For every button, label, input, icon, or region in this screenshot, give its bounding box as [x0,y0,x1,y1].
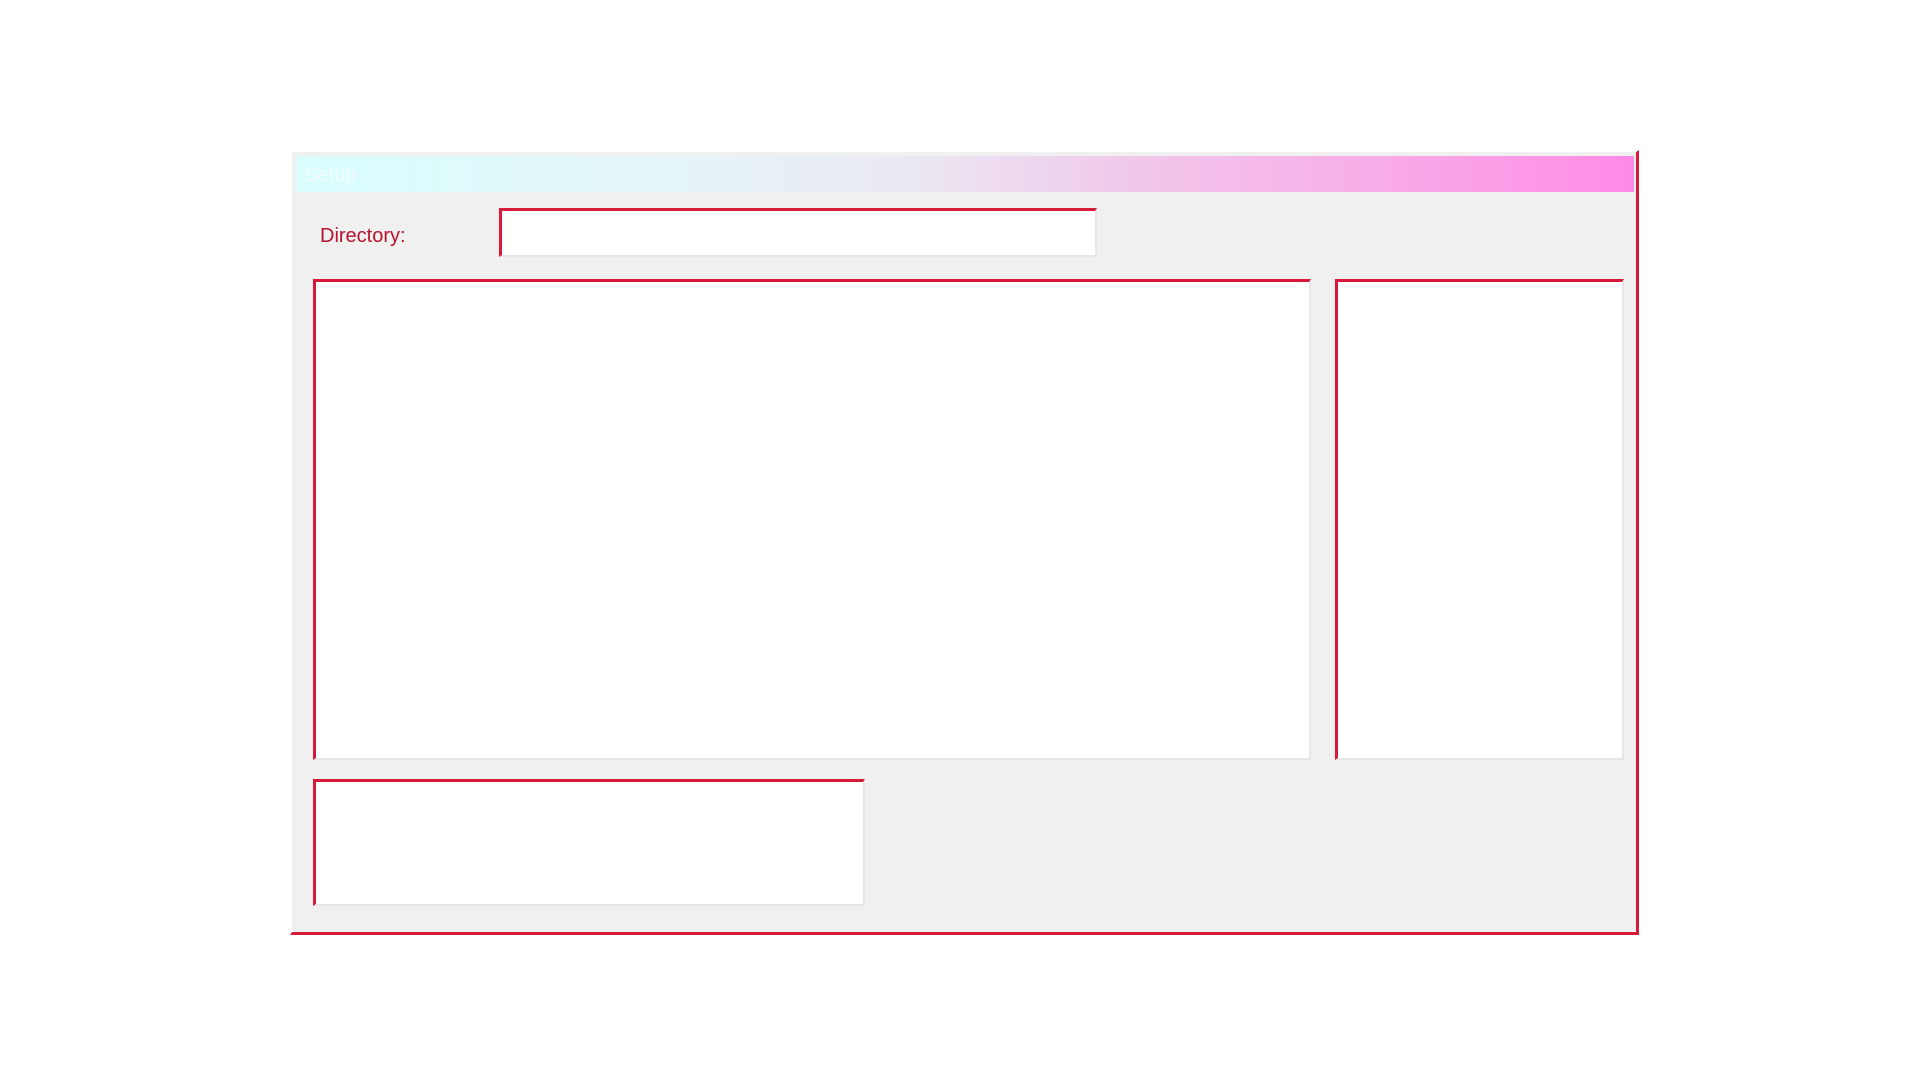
side-listbox[interactable] [1335,279,1624,760]
window-title: Setup [304,164,358,186]
directory-label: Directory: [320,225,406,247]
directory-input[interactable] [499,208,1097,257]
main-listbox[interactable] [313,279,1311,760]
setup-window: Setup Directory: [290,150,1639,935]
title-bar[interactable]: Setup [296,156,1634,192]
bottom-panel[interactable] [313,779,865,906]
